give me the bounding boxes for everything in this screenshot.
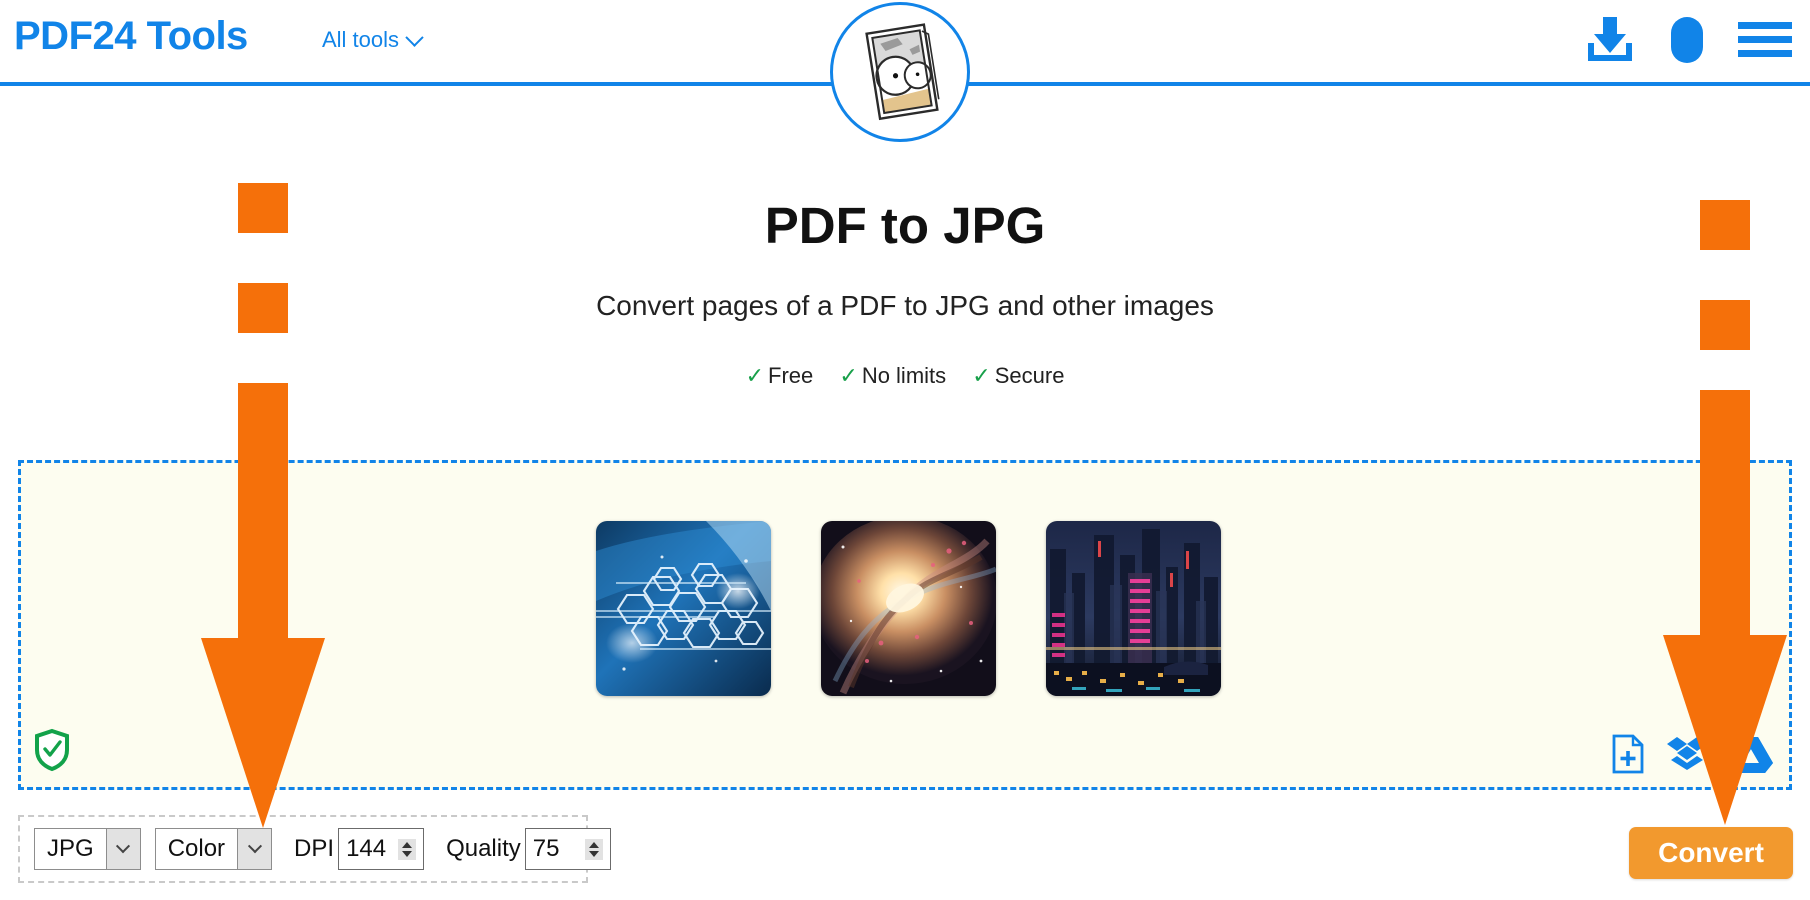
all-tools-menu[interactable]: All tools [322, 27, 424, 53]
quality-value: 75 [532, 835, 560, 862]
format-select-value: JPG [47, 835, 94, 862]
hamburger-menu-icon[interactable] [1738, 18, 1792, 67]
annotation-arrow-left [201, 183, 340, 833]
download-icon[interactable] [1584, 15, 1636, 70]
feature-badge-secure: ✓ Secure [972, 363, 1064, 388]
all-tools-label: All tools [322, 27, 400, 52]
feature-badge-free: ✓ Free [746, 363, 820, 388]
app-header: PDF24 Tools All tools [0, 0, 1810, 142]
chevron-down-icon [237, 829, 272, 869]
annotation-dash [1700, 300, 1750, 350]
annotation-arrow-right [1663, 200, 1802, 840]
pdf24-logo-badge[interactable] [830, 2, 970, 142]
annotation-arrow-head [201, 638, 325, 828]
quality-stepper[interactable] [584, 838, 603, 860]
check-icon: ✓ [839, 363, 858, 388]
dpi-field[interactable]: 144 [338, 828, 425, 870]
annotation-dash [238, 183, 288, 233]
check-icon: ✓ [972, 363, 991, 388]
dpi-label: DPI [294, 835, 335, 862]
feature-label: Free [768, 363, 814, 388]
thumbnail-cyberpunk-city[interactable] [1045, 521, 1221, 696]
thumbnail-spiral-galaxy[interactable] [820, 521, 996, 696]
annotation-dash [238, 283, 288, 333]
feature-badge-no-limits: ✓ No limits [839, 363, 952, 388]
chevron-down-icon [405, 27, 424, 47]
quality-label: Quality [446, 835, 521, 862]
brand-logo-text[interactable]: PDF24 Tools [14, 14, 248, 59]
feature-label: Secure [994, 363, 1065, 388]
shield-check-icon [33, 728, 71, 777]
annotation-arrow-shaft [1700, 390, 1750, 635]
dpi-stepper[interactable] [398, 838, 417, 860]
format-select[interactable]: JPG [34, 828, 141, 870]
check-icon: ✓ [745, 363, 764, 388]
dpi-value: 144 [346, 835, 387, 862]
chevron-down-icon [105, 829, 140, 869]
add-file-icon[interactable] [1611, 734, 1645, 779]
color-mode-select[interactable]: Color [154, 828, 273, 870]
color-mode-select-value: Color [167, 835, 226, 862]
annotation-arrow-head [1663, 635, 1787, 825]
quality-field[interactable]: 75 [524, 828, 611, 870]
annotation-dash [1700, 200, 1750, 250]
annotation-arrow-shaft [238, 383, 288, 638]
user-profile-icon[interactable] [1670, 14, 1704, 71]
thumbnail-tech-hexagons[interactable] [595, 521, 771, 696]
feature-label: No limits [861, 363, 947, 388]
header-icon-group [1584, 14, 1792, 71]
